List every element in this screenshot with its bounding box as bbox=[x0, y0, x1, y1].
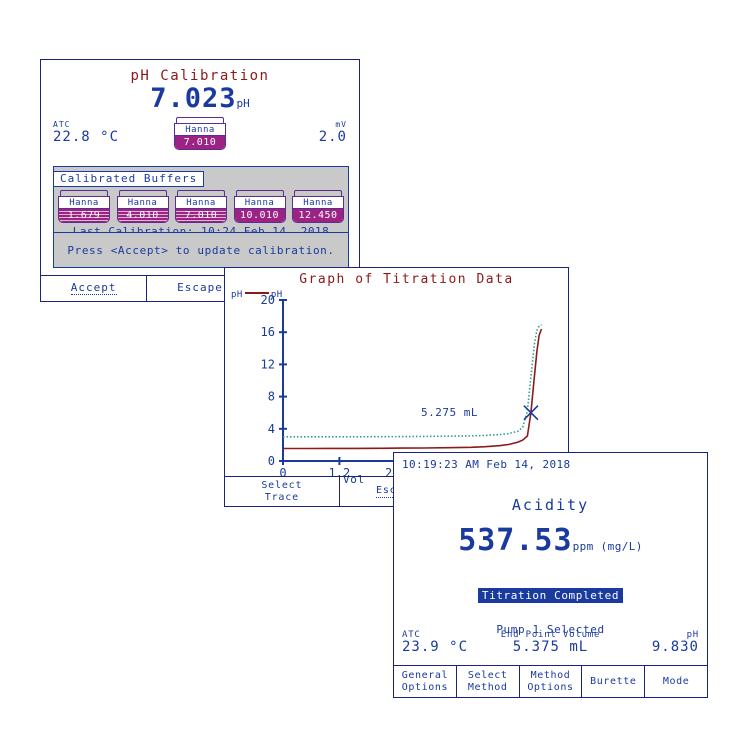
result-ph-value: 9.830 bbox=[651, 639, 699, 656]
ph-calibration-window: pH Calibration 7.023pH ATC 22.8 °C Hanna… bbox=[40, 59, 360, 302]
svg-text:16: 16 bbox=[261, 325, 275, 339]
mv-readout: mV 2.0 bbox=[318, 120, 347, 145]
legend-y-unit: pH bbox=[231, 290, 243, 300]
result-atc-value: 23.9 °C bbox=[402, 639, 469, 656]
accept-button-label: Accept bbox=[70, 280, 117, 296]
svg-text:12: 12 bbox=[261, 357, 275, 371]
legend-series-name: pH bbox=[270, 290, 283, 300]
result-ph-readout: pH 9.830 bbox=[651, 630, 699, 656]
active-buffer-name: Hanna bbox=[185, 125, 215, 136]
mode-button[interactable]: Mode bbox=[645, 666, 707, 697]
ph-reading-unit: pH bbox=[236, 97, 250, 110]
general-options-label-line1: General bbox=[401, 670, 449, 681]
beaker-body: Hanna 4.010 bbox=[116, 196, 169, 223]
burette-label: Burette bbox=[590, 675, 637, 687]
buffer-name: Hanna bbox=[69, 198, 99, 208]
plot-series-dpH bbox=[283, 324, 542, 438]
buffer-value: 1.679 bbox=[59, 208, 109, 222]
ph-reading: 7.023pH bbox=[41, 83, 359, 114]
endpoint-marker-label: 5.275 mL bbox=[421, 406, 478, 419]
mode-label: Mode bbox=[662, 675, 690, 687]
titration-result-window: 10:19:23 AM Feb 14, 2018 Acidity 537.53p… bbox=[393, 452, 708, 698]
method-options-button[interactable]: Method Options bbox=[520, 666, 583, 697]
buffer-name: Hanna bbox=[303, 198, 333, 208]
calibrated-buffers-list: Hanna 1.679 Hanna 4.010 Hanna 7.010 Hann… bbox=[54, 187, 348, 223]
buffer-beaker-icon[interactable]: Hanna 10.010 bbox=[233, 190, 286, 223]
buffer-name: Hanna bbox=[127, 198, 158, 208]
result-value: 537.53ppm (mg/L) bbox=[394, 526, 707, 556]
burette-button[interactable]: Burette bbox=[582, 666, 646, 697]
legend-line-swatch bbox=[244, 292, 269, 294]
buffer-value: 10.010 bbox=[234, 208, 285, 222]
result-status-wrap: Titration Completed bbox=[394, 584, 707, 603]
active-buffer-value: 7.010 bbox=[175, 135, 225, 150]
plot-series-pH bbox=[283, 328, 543, 450]
buffer-beaker-icon[interactable]: Hanna 1.679 bbox=[58, 190, 110, 223]
svg-text:8: 8 bbox=[268, 390, 275, 404]
buffer-name: Hanna bbox=[244, 198, 275, 208]
result-value-number: 537.53 bbox=[458, 523, 573, 558]
result-value-unit: ppm (mg/L) bbox=[572, 540, 643, 553]
plot-series-layer bbox=[283, 324, 543, 450]
buffer-beaker-icon[interactable]: Hanna 12.450 bbox=[292, 190, 344, 223]
svg-text:4: 4 bbox=[268, 422, 275, 436]
general-options-label-line2: Options bbox=[401, 681, 449, 693]
calibrated-buffers-header: Calibrated Buffers bbox=[53, 171, 205, 187]
status-row: ATC 22.8 °C Hanna 7.010 mV 2.0 bbox=[41, 117, 359, 153]
buffer-name: Hanna bbox=[186, 198, 216, 208]
result-softkey-bar: General Options Select Method Method Opt… bbox=[394, 665, 707, 697]
page-title: pH Calibration bbox=[130, 68, 270, 84]
status-badge: Titration Completed bbox=[477, 588, 624, 603]
method-options-label-line1: Method bbox=[530, 670, 571, 681]
calibration-message-panel: Press <Accept> to update calibration. bbox=[53, 232, 349, 268]
buffer-beaker-icon[interactable]: Hanna 7.010 bbox=[175, 190, 227, 223]
buffer-value: 4.010 bbox=[117, 208, 168, 222]
select-trace-button-label-line2: Trace bbox=[264, 491, 299, 503]
buffer-value: 7.010 bbox=[176, 208, 226, 222]
mv-value: 2.0 bbox=[318, 128, 347, 145]
atc-readout: ATC 22.8 °C bbox=[53, 120, 120, 145]
active-buffer-beaker-icon: Hanna 7.010 bbox=[174, 117, 226, 151]
beaker-body: Hanna 12.450 bbox=[292, 196, 344, 223]
buffer-beaker-icon[interactable]: Hanna 4.010 bbox=[116, 190, 169, 223]
beaker-body: Hanna 1.679 bbox=[58, 196, 110, 223]
plot-legend: pH pH bbox=[231, 290, 283, 300]
buffer-value: 12.450 bbox=[293, 208, 343, 222]
svg-text:0: 0 bbox=[268, 454, 275, 468]
accept-button[interactable]: Accept bbox=[41, 276, 148, 301]
endpoint-volume-readout: End Point Volume 5.375 mL bbox=[501, 630, 601, 656]
result-footer-row: ATC 23.9 °C End Point Volume 5.375 mL pH… bbox=[394, 630, 707, 665]
beaker-body: Hanna 7.010 bbox=[174, 123, 226, 151]
escape-button-label: Escape bbox=[177, 281, 223, 295]
result-atc-readout: ATC 23.9 °C bbox=[402, 630, 469, 656]
beaker-body: Hanna 7.010 bbox=[175, 196, 227, 223]
general-options-button[interactable]: General Options bbox=[394, 666, 457, 697]
result-timestamp: 10:19:23 AM Feb 14, 2018 bbox=[402, 458, 571, 471]
select-method-button[interactable]: Select Method bbox=[457, 666, 520, 697]
beaker-body: Hanna 10.010 bbox=[233, 196, 286, 223]
select-trace-button[interactable]: Select Trace bbox=[225, 477, 340, 506]
calibrated-buffers-panel: Calibrated Buffers Hanna 1.679 Hanna 4.0… bbox=[53, 166, 349, 242]
select-method-label-line2: Method bbox=[467, 681, 508, 693]
method-options-label-line2: Options bbox=[527, 681, 574, 693]
atc-value: 22.8 °C bbox=[53, 128, 120, 145]
select-trace-button-label-line1: Select bbox=[261, 480, 303, 491]
result-parameter-name: Acidity bbox=[511, 496, 590, 514]
select-method-label-line1: Select bbox=[467, 670, 508, 681]
endpoint-volume-value: 5.375 mL bbox=[512, 639, 589, 656]
ph-reading-value: 7.023 bbox=[150, 83, 237, 114]
